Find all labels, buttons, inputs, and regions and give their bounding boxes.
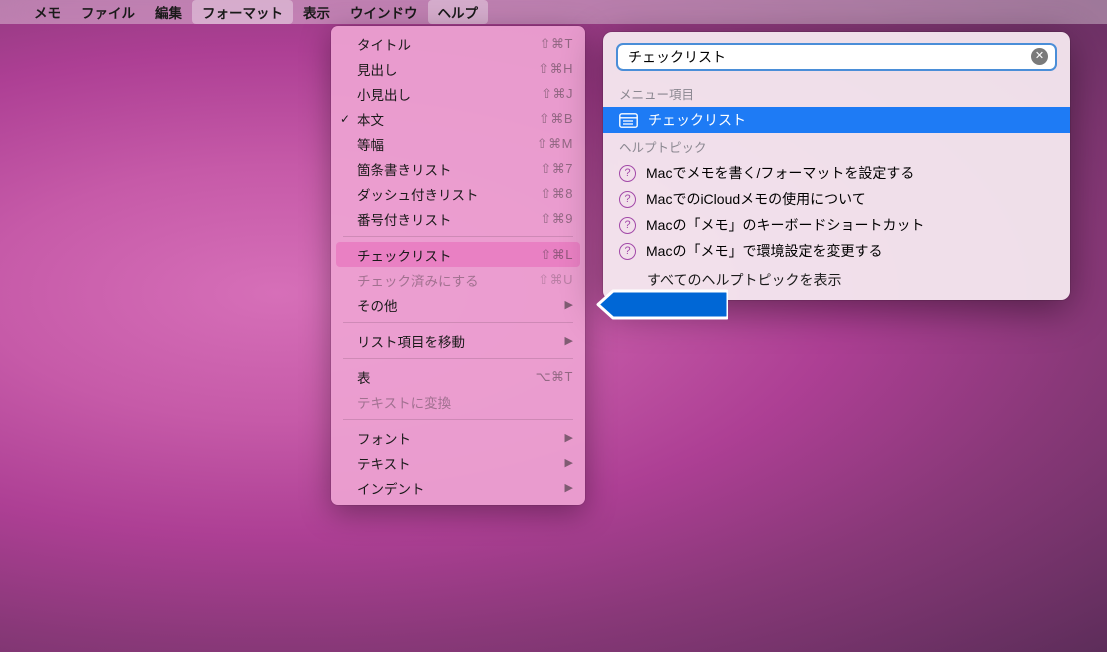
menu-item-label: 番号付きリスト [357,209,540,229]
format-menu-item[interactable]: 等幅⇧⌘M [331,131,585,156]
menubar-file[interactable]: ファイル [71,0,145,24]
menu-item-shortcut: ⇧⌘8 [540,186,573,202]
question-icon: ? [619,217,636,234]
format-menu-item: テキストに変換 [331,389,585,414]
menu-item-label: 見出し [357,59,538,79]
chevron-right-icon: ▶ [565,431,573,444]
menu-item-label: ダッシュ付きリスト [357,184,540,204]
format-menu-item[interactable]: チェックリスト⇧⌘L [336,242,580,267]
format-menu-item[interactable]: その他▶ [331,292,585,317]
menu-item-label: 箇条書きリスト [357,159,540,179]
menu-item-label: 等幅 [357,134,537,154]
help-show-all-topics[interactable]: すべてのヘルプトピックを表示 [603,264,1070,292]
format-menu-item[interactable]: 表⌥⌘T [331,364,585,389]
menu-item-shortcut: ⇧⌘L [540,247,573,263]
menubar-window[interactable]: ウインドウ [340,0,428,24]
menu-item-label: フォント [357,428,565,448]
menu-item-label: 本文 [357,109,539,129]
format-menu-item[interactable]: タイトル⇧⌘T [331,31,585,56]
format-menu-item[interactable]: インデント▶ [331,475,585,500]
help-search-panel: ✕ メニュー項目 チェックリスト ヘルプトピック ? Macでメモを書く/フォーマ… [603,32,1070,300]
format-menu-item[interactable]: 見出し⇧⌘H [331,56,585,81]
menu-item-label: テキスト [357,453,565,473]
format-menu-item[interactable]: 箇条書きリスト⇧⌘7 [331,156,585,181]
help-topic-item[interactable]: ? MacでのiCloudメモの使用について [603,186,1070,212]
menubar: メモ ファイル 編集 フォーマット 表示 ウインドウ ヘルプ [0,0,1107,24]
help-result-checklist[interactable]: チェックリスト [603,107,1070,133]
menu-item-shortcut: ⇧⌘7 [540,161,573,177]
menubar-edit[interactable]: 編集 [145,0,192,24]
menu-item-shortcut: ⇧⌘J [541,86,573,102]
menu-item-label: 表 [357,367,536,387]
chevron-right-icon: ▶ [565,481,573,494]
clear-search-icon[interactable]: ✕ [1031,48,1048,65]
help-topic-item[interactable]: ? Macでメモを書く/フォーマットを設定する [603,160,1070,186]
help-topic-label: MacでのiCloudメモの使用について [646,189,866,209]
menu-separator [343,419,573,420]
menu-item-label: テキストに変換 [357,392,573,412]
menu-item-shortcut: ⇧⌘H [538,61,573,77]
menu-item-shortcut: ⇧⌘U [538,272,573,288]
help-search-input[interactable] [617,44,1056,70]
menu-item-icon [619,113,638,128]
menubar-help[interactable]: ヘルプ [428,0,489,24]
help-pointer-arrow-icon [596,289,728,320]
chevron-right-icon: ▶ [565,456,573,469]
help-search-field-wrap: ✕ [603,32,1070,80]
help-section-menu-items: メニュー項目 [603,80,1070,107]
help-topic-label: Macの「メモ」で環境設定を変更する [646,241,882,261]
help-topic-item[interactable]: ? Macの「メモ」で環境設定を変更する [603,238,1070,264]
help-topic-label: Macの「メモ」のキーボードショートカット [646,215,924,235]
menu-item-label: リスト項目を移動 [357,331,565,351]
format-menu-item[interactable]: ダッシュ付きリスト⇧⌘8 [331,181,585,206]
help-topic-item[interactable]: ? Macの「メモ」のキーボードショートカット [603,212,1070,238]
menu-item-shortcut: ⇧⌘T [540,36,573,52]
menu-item-shortcut: ⌥⌘T [536,369,573,385]
menu-item-shortcut: ⇧⌘B [539,111,573,127]
menu-item-label: タイトル [357,34,540,54]
chevron-right-icon: ▶ [565,298,573,311]
menu-item-label: インデント [357,478,565,498]
chevron-right-icon: ▶ [565,334,573,347]
format-menu-item[interactable]: リスト項目を移動▶ [331,328,585,353]
checkmark-icon: ✓ [340,112,350,126]
format-menu-dropdown: タイトル⇧⌘T見出し⇧⌘H小見出し⇧⌘J✓本文⇧⌘B等幅⇧⌘M箇条書きリスト⇧⌘… [331,26,585,505]
help-topic-label: Macでメモを書く/フォーマットを設定する [646,163,914,183]
menu-item-label: 小見出し [357,84,541,104]
format-menu-item[interactable]: テキスト▶ [331,450,585,475]
help-result-label: チェックリスト [648,110,746,130]
menu-separator [343,236,573,237]
question-icon: ? [619,165,636,182]
menubar-app-memo[interactable]: メモ [24,0,71,24]
format-menu-item[interactable]: フォント▶ [331,425,585,450]
format-menu-item: チェック済みにする⇧⌘U [331,267,585,292]
menu-separator [343,322,573,323]
help-section-topics: ヘルプトピック [603,133,1070,160]
format-menu-item[interactable]: ✓ 本文⇧⌘B [331,106,585,131]
menu-item-shortcut: ⇧⌘M [537,136,573,152]
menu-item-label: チェックリスト [357,245,540,265]
question-icon: ? [619,243,636,260]
menubar-format[interactable]: フォーマット [192,0,293,24]
question-icon: ? [619,191,636,208]
menu-item-label: チェック済みにする [357,270,538,290]
menu-item-shortcut: ⇧⌘9 [540,211,573,227]
menu-item-label: その他 [357,295,565,315]
format-menu-item[interactable]: 小見出し⇧⌘J [331,81,585,106]
format-menu-item[interactable]: 番号付きリスト⇧⌘9 [331,206,585,231]
menubar-view[interactable]: 表示 [293,0,340,24]
menu-separator [343,358,573,359]
